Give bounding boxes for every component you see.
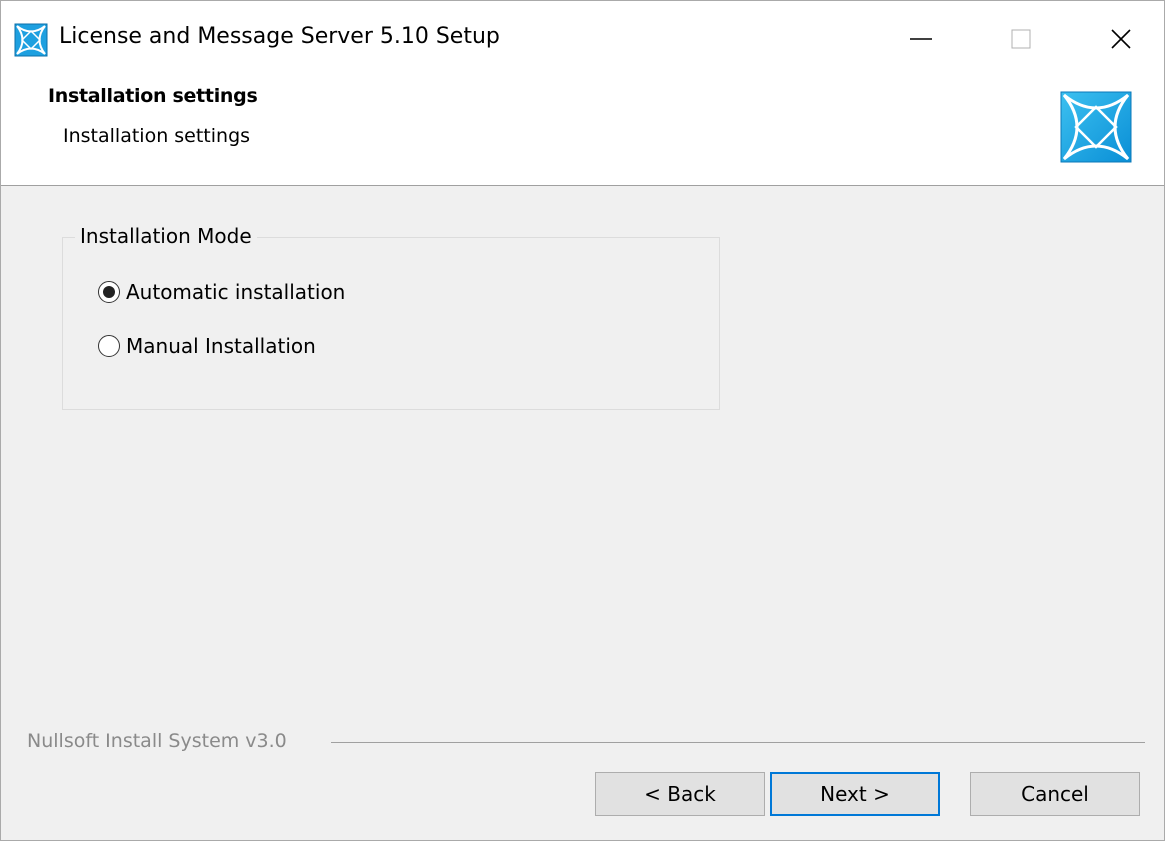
close-icon	[1111, 29, 1131, 49]
title-bar[interactable]: License and Message Server 5.10 Setup	[1, 1, 1164, 75]
window-title: License and Message Server 5.10 Setup	[59, 24, 500, 49]
nsis-star-icon	[14, 23, 48, 57]
branding-divider	[331, 742, 1145, 743]
branding-text: Nullsoft Install System v3.0	[27, 730, 287, 752]
group-legend: Installation Mode	[75, 224, 257, 248]
close-button[interactable]	[1091, 19, 1151, 59]
maximize-icon	[1011, 29, 1031, 49]
page-subtitle: Installation settings	[63, 125, 251, 147]
next-button[interactable]: Next >	[770, 772, 940, 816]
radio-button-unselected[interactable]	[98, 335, 120, 357]
maximize-button[interactable]	[991, 19, 1051, 59]
radio-dot	[103, 286, 115, 298]
setup-window: License and Message Server 5.10 Setup In…	[0, 0, 1165, 841]
radio-button-selected[interactable]	[98, 281, 120, 303]
radio-automatic-installation[interactable]: Automatic installation	[98, 280, 345, 304]
page-header: Installation settings Installation setti…	[1, 75, 1164, 186]
minimize-button[interactable]	[891, 19, 951, 59]
cancel-button[interactable]: Cancel	[970, 772, 1140, 816]
installation-mode-group: Installation Mode Automatic installation…	[62, 224, 720, 410]
page-title: Installation settings	[48, 85, 258, 107]
minimize-icon	[910, 38, 932, 40]
back-button[interactable]: < Back	[595, 772, 765, 816]
radio-label[interactable]: Automatic installation	[126, 280, 345, 304]
radio-manual-installation[interactable]: Manual Installation	[98, 334, 316, 358]
nsis-logo-icon	[1060, 91, 1132, 163]
radio-label[interactable]: Manual Installation	[126, 334, 316, 358]
